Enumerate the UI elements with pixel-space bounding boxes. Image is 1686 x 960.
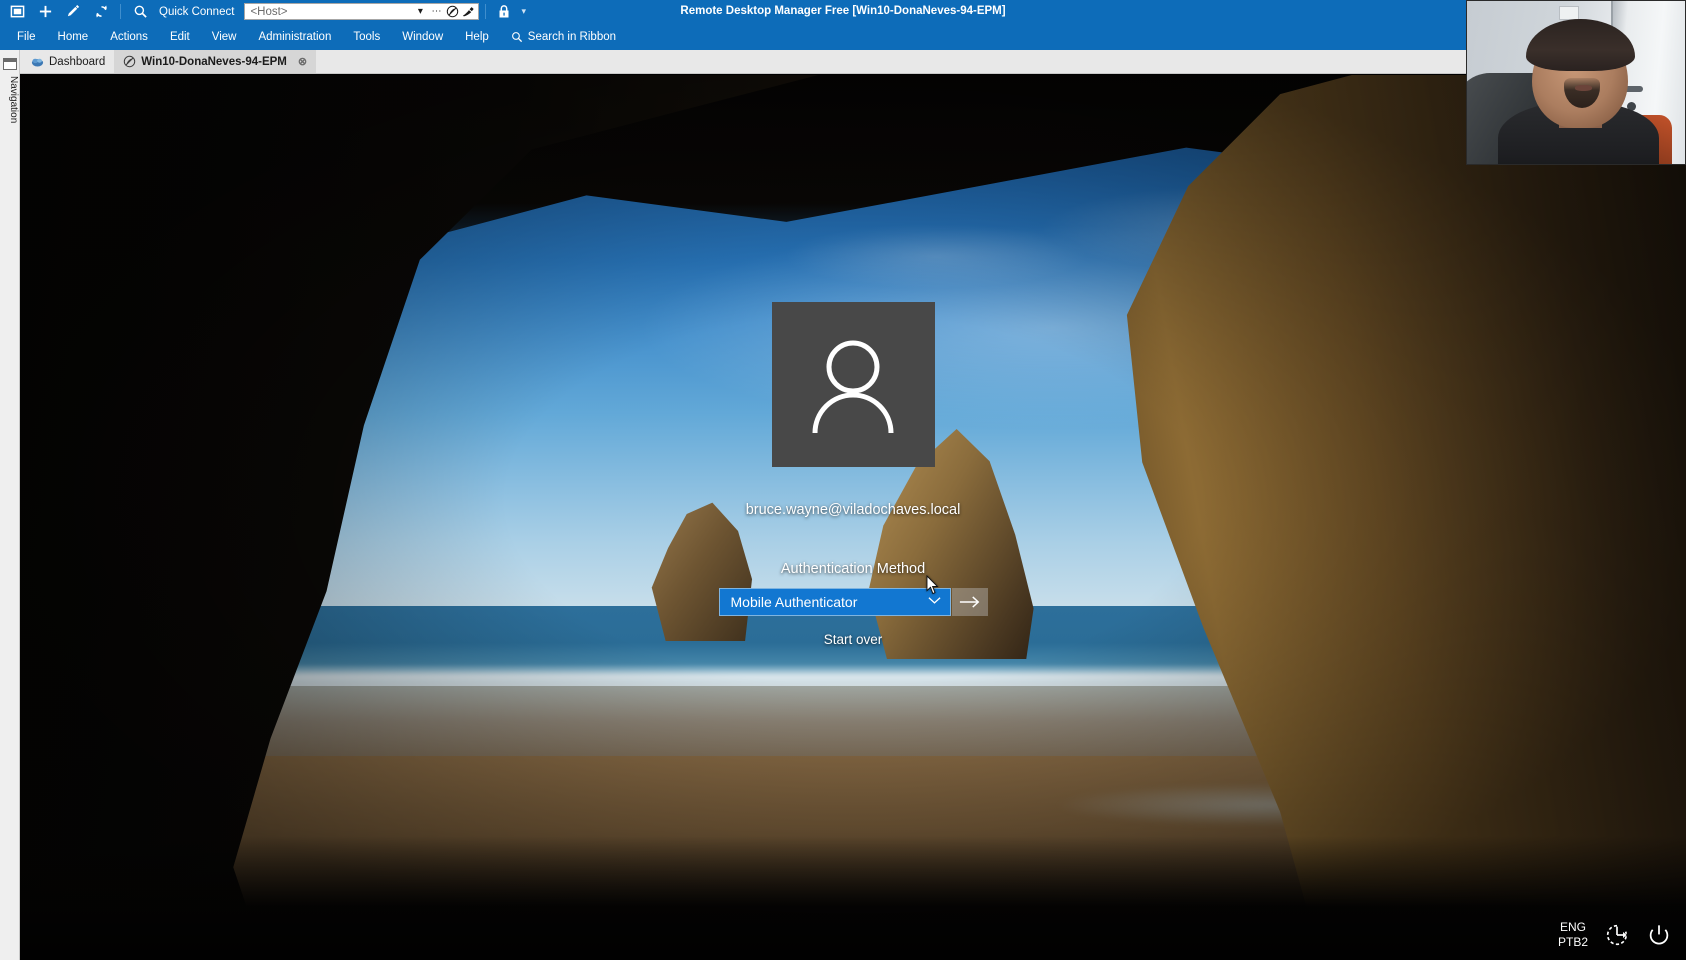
add-icon[interactable] — [32, 1, 58, 22]
submit-arrow-button[interactable] — [951, 588, 988, 616]
menu-administration[interactable]: Administration — [247, 27, 342, 47]
menu-actions[interactable]: Actions — [99, 27, 159, 47]
quick-connect-label: Quick Connect — [159, 5, 235, 18]
toolbar-divider-2 — [485, 4, 487, 19]
authentication-method-row: Mobile Authenticator — [718, 588, 988, 616]
language-indicator[interactable]: ENG PTB2 — [1558, 920, 1588, 950]
no-connection-icon[interactable] — [444, 4, 460, 19]
webcam-overlay[interactable] — [1466, 0, 1686, 165]
menu-tools[interactable]: Tools — [342, 27, 391, 47]
toolbar-divider — [120, 4, 121, 19]
title-bar: Quick Connect <Host> ▾ ⋯ ▾ Remote Deskto… — [0, 0, 1686, 23]
tab-win10-donaneves-94-epm[interactable]: Win10-DonaNeves-94-EPM ⊗ — [114, 50, 317, 73]
new-session-icon[interactable] — [4, 1, 30, 22]
menu-home[interactable]: Home — [47, 27, 100, 47]
application-window: Quick Connect <Host> ▾ ⋯ ▾ Remote Deskto… — [0, 0, 1686, 960]
lock-icon[interactable] — [492, 1, 516, 22]
quick-access-toolbar: Quick Connect <Host> ▾ ⋯ ▾ — [0, 0, 532, 23]
chevron-down-icon[interactable]: ▾ — [412, 4, 428, 19]
toolbar-overflow-caret[interactable]: ▾ — [518, 6, 532, 17]
search-in-ribbon-button[interactable]: Search in Ribbon — [500, 27, 627, 47]
tab-dashboard[interactable]: Dashboard — [22, 50, 115, 73]
authentication-method-select[interactable]: Mobile Authenticator — [718, 588, 951, 616]
edit-icon[interactable] — [60, 1, 86, 22]
webcam-beard — [1564, 77, 1601, 108]
tab-win10-label: Win10-DonaNeves-94-EPM — [141, 55, 287, 68]
tab-strip: Dashboard Win10-DonaNeves-94-EPM ⊗ — [0, 50, 1686, 74]
avatar — [771, 302, 935, 467]
navigation-label: Navigation — [8, 76, 19, 124]
menu-bar: File Home Actions Edit View Administrati… — [0, 23, 1686, 50]
remote-desktop-viewport[interactable]: bruce.wayne@viladochaves.local Authentic… — [20, 75, 1686, 960]
menu-window[interactable]: Window — [391, 27, 454, 47]
refresh-icon[interactable] — [88, 1, 114, 22]
tab-close-icon[interactable]: ⊗ — [298, 55, 307, 68]
dashboard-icon — [31, 55, 44, 68]
lockscreen-tray: ENG PTB2 — [1558, 920, 1672, 950]
power-icon[interactable] — [1646, 922, 1672, 948]
menu-file[interactable]: File — [6, 27, 47, 47]
start-over-link[interactable]: Start over — [824, 632, 883, 647]
lockscreen-signin-panel: bruce.wayne@viladochaves.local Authentic… — [20, 75, 1686, 960]
navigation-panel-strip[interactable]: Navigation — [0, 50, 20, 960]
authentication-method-value: Mobile Authenticator — [730, 594, 858, 610]
navigation-pin-icon[interactable] — [2, 58, 17, 70]
mouse-cursor — [926, 575, 939, 595]
signin-username: bruce.wayne@viladochaves.local — [745, 502, 961, 518]
search-icon[interactable] — [127, 1, 153, 22]
tab-dashboard-label: Dashboard — [49, 55, 106, 68]
search-in-ribbon-label: Search in Ribbon — [527, 30, 617, 43]
more-options-icon[interactable]: ⋯ — [428, 4, 444, 19]
rdp-session-icon — [123, 55, 136, 68]
chevron-down-icon — [927, 596, 941, 608]
webcam-mouth — [1574, 84, 1592, 91]
menu-edit[interactable]: Edit — [159, 27, 201, 47]
webcam-light-switch — [1558, 5, 1579, 20]
language-secondary: PTB2 — [1557, 935, 1588, 949]
connect-plug-icon[interactable] — [460, 4, 476, 19]
language-primary: ENG — [1559, 920, 1586, 934]
ribbon-search-icon — [511, 31, 523, 43]
authentication-method-label: Authentication Method — [780, 561, 926, 577]
menu-help[interactable]: Help — [454, 27, 500, 47]
ease-of-access-icon[interactable] — [1604, 922, 1630, 948]
quick-connect-combobox[interactable]: <Host> ▾ ⋯ — [244, 3, 480, 20]
menu-view[interactable]: View — [201, 27, 248, 47]
quick-connect-input[interactable]: <Host> — [247, 6, 412, 18]
